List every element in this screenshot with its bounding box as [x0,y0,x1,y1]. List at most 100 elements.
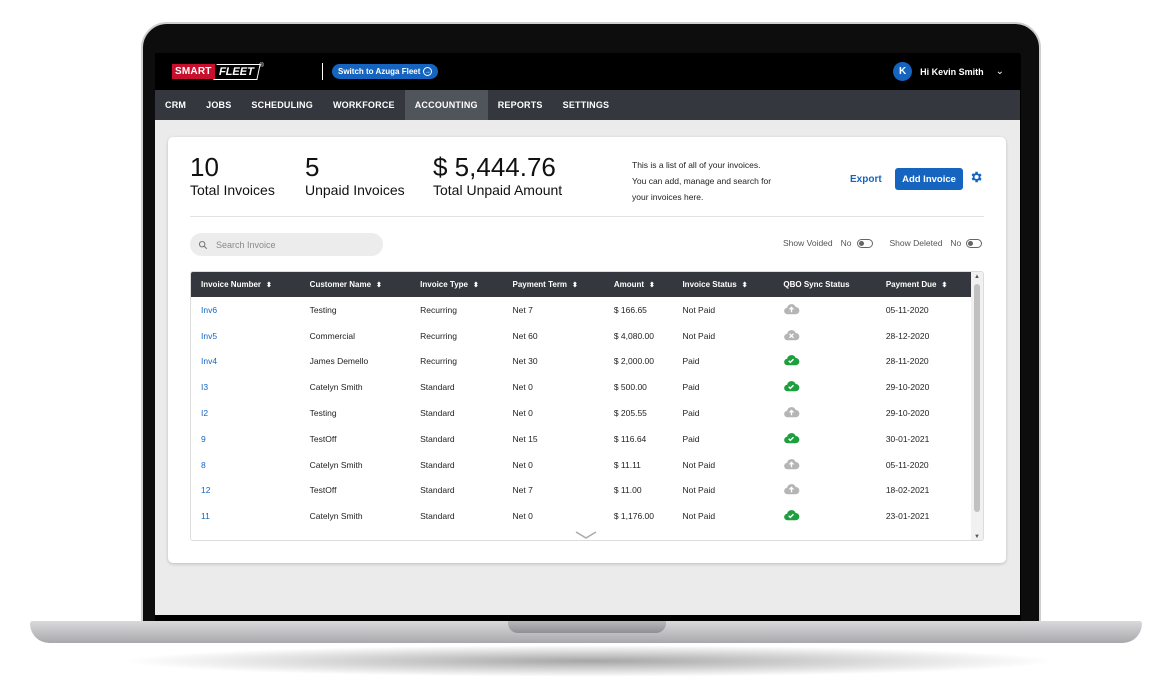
sort-icon[interactable]: ⬍ [572,282,578,289]
column-header-label: Payment Due [885,280,937,289]
scroll-thumb[interactable] [974,284,980,512]
gear-icon[interactable] [969,170,983,184]
cell-term: Net 0 [512,382,533,393]
cell-number[interactable]: 11 [191,503,300,529]
add-invoice-button[interactable]: Add Invoice [895,168,963,190]
search-bar[interactable] [190,233,383,256]
sort-icon[interactable]: ⬍ [266,282,272,289]
qbo-sync-synced-icon[interactable] [773,349,875,375]
cell-customer: Testing [309,408,337,419]
table-scrollbar[interactable]: ▲ ▼ [971,272,983,540]
nav-item-scheduling[interactable]: SCHEDULING [241,90,323,120]
scroll-down-icon[interactable]: ▼ [974,534,980,540]
cell-due: 28-12-2020 [885,330,930,341]
sort-icon[interactable]: ⬍ [742,282,748,289]
qbo-sync-synced-icon[interactable] [773,426,875,452]
chevron-down-more-icon[interactable] [575,530,597,540]
cell-number[interactable]: Inv4 [191,349,300,375]
cell-term: Net 30 [512,356,538,367]
column-header[interactable]: Invoice Number ⬍ [191,272,300,297]
filter-toggles: Show Voided No Show Deleted No [783,238,983,248]
nav-item-reports[interactable]: REPORTS [488,90,553,120]
intro-line-2: You can add, manage and search for [632,176,772,186]
cell-status: Not Paid [682,459,716,470]
cell-term: Net 15 [512,433,538,444]
cell-status: Paid [682,356,700,367]
qbo-sync-not-synced-icon[interactable] [773,400,875,426]
cell-number[interactable]: 9 [191,426,300,452]
cell-type: Standard [420,433,455,444]
column-header[interactable]: Customer Name ⬍ [300,272,410,297]
column-header-label: QBO Sync Status [783,280,850,289]
export-link[interactable]: Export [850,174,882,185]
column-header[interactable]: Invoice Status ⬍ [672,272,773,297]
laptop-shadow [120,645,1060,677]
table-row[interactable]: 12 TestOff Standard Net 7 $ 11.00 Not Paid 18-… [191,478,972,504]
qbo-sync-synced-icon[interactable] [773,374,875,400]
sort-icon[interactable]: ⬍ [942,282,948,289]
cell-due: 18-02-2021 [885,485,930,496]
sort-icon[interactable]: ⬍ [376,282,382,289]
total-unpaid-label: Total Unpaid Amount [433,181,563,198]
cell-number[interactable]: I2 [191,400,300,426]
qbo-sync-not-synced-icon[interactable] [773,297,875,323]
cell-term: Net 7 [512,304,533,315]
sort-icon[interactable]: ⬍ [473,282,479,289]
cell-number[interactable]: Inv6 [191,297,300,323]
cell-number[interactable]: Inv5 [191,323,300,349]
qbo-sync-synced-icon[interactable] [773,503,875,529]
column-header[interactable]: Amount ⬍ [604,272,673,297]
column-header[interactable]: Payment Due ⬍ [876,272,972,297]
user-greeting: Hi Kevin Smith [920,66,984,77]
table-row[interactable]: I3 Catelyn Smith Standard Net 0 $ 500.00 Paid… [191,374,972,400]
show-voided-value: No [840,238,852,248]
cell-number[interactable]: 12 [191,478,300,504]
cell-type: Standard [420,408,455,419]
column-header-label: Invoice Status [682,280,737,289]
qbo-sync-not-synced-icon[interactable] [773,452,875,478]
nav-item-workforce[interactable]: WORKFORCE [323,90,405,120]
cell-amount: $ 205.55 [613,408,647,419]
switch-to-azuga-button[interactable]: Switch to Azuga Fleet → [332,64,439,79]
cell-number[interactable]: I3 [191,374,300,400]
table-row[interactable]: Inv4 James Demello Recurring Net 30 $ 2,000.… [191,349,972,375]
cell-number[interactable]: 8 [191,452,300,478]
qbo-sync-failed-icon[interactable] [773,323,875,349]
cell-customer: TestOff [309,485,337,496]
table-row[interactable]: 9 TestOff Standard Net 15 $ 116.64 Paid 30-01-… [191,426,972,452]
show-deleted-toggle[interactable] [966,238,983,248]
header-divider [190,216,984,217]
nav-item-crm[interactable]: CRM [155,90,196,120]
stat-unpaid-invoices: 5 Unpaid Invoices [305,153,405,198]
unpaid-invoices-label: Unpaid Invoices [305,181,405,198]
sort-icon[interactable]: ⬍ [649,282,655,289]
nav-item-accounting[interactable]: ACCOUNTING [404,90,488,120]
logo-smart: SMART [172,64,215,79]
search-input[interactable] [216,239,366,250]
intro-line-1: This is a list of all of your invoices. [632,160,761,170]
table-row[interactable]: Inv5 Commercial Recurring Net 60 $ 4,080.00 N… [191,323,972,349]
cell-type: Recurring [420,304,457,315]
cell-due: 05-11-2020 [885,459,929,470]
table-row[interactable]: I2 Testing Standard Net 0 $ 205.55 Paid 29-10-… [191,400,972,426]
cell-due: 28-11-2020 [885,356,929,367]
table-row[interactable]: Inv6 Testing Recurring Net 7 $ 166.65 Not Pai… [191,297,972,323]
logo-fleet: FLEET [212,63,261,80]
table-row[interactable]: 11 Catelyn Smith Standard Net 0 $ 1,176.00 No… [191,503,972,529]
column-header[interactable]: QBO Sync Status [773,272,875,297]
smart-fleet-logo[interactable]: SMART FLEET ® [172,63,264,80]
column-header[interactable]: Payment Term ⬍ [503,272,604,297]
table-row[interactable]: 8 Catelyn Smith Standard Net 0 $ 11.11 Not Pa… [191,452,972,478]
column-header-label: Amount [613,280,645,289]
arrow-right-circle-icon: → [423,67,433,76]
user-menu[interactable]: K Hi Kevin Smith ⌄ [893,62,1004,81]
scroll-up-icon[interactable]: ▲ [974,274,980,280]
qbo-sync-not-synced-icon[interactable] [773,478,875,504]
nav-item-settings[interactable]: SETTINGS [553,90,620,120]
column-header-label: Invoice Number [201,280,262,289]
cell-term: Net 0 [512,408,533,419]
nav-item-jobs[interactable]: JOBS [196,90,241,120]
show-voided-toggle[interactable] [856,238,873,248]
column-header[interactable]: Invoice Type ⬍ [410,272,502,297]
invoice-table: Invoice Number ⬍ Customer Name ⬍ Invoice Typ… [191,272,972,529]
